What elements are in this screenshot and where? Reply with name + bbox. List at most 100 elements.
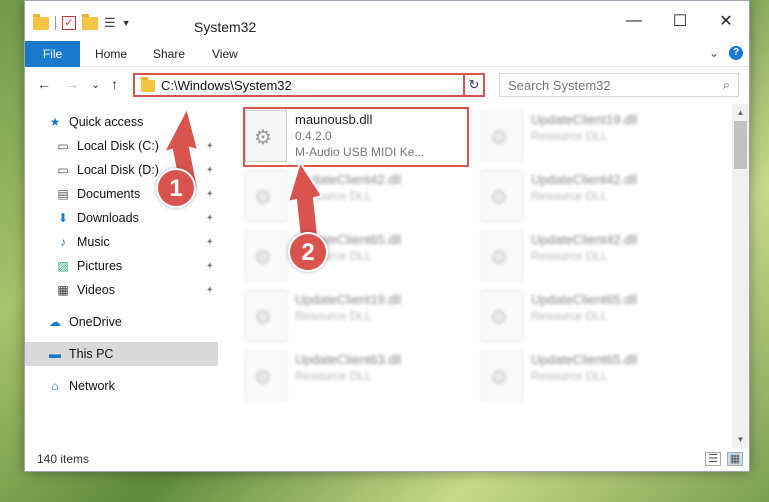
- file-name: UpdateClient65.dll: [531, 352, 638, 367]
- new-folder-icon[interactable]: [82, 13, 98, 30]
- tab-share[interactable]: Share: [153, 41, 185, 67]
- list-properties-icon[interactable]: ☰: [104, 15, 116, 31]
- navigation-pane: ★ Quick access ▭ Local Disk (C:) ✦ ▭ Loc…: [25, 104, 218, 444]
- computer-icon: ▬: [49, 347, 61, 361]
- pin-icon[interactable]: ✦: [206, 189, 214, 200]
- sidebar-item-label: Local Disk (C:): [77, 139, 159, 153]
- sidebar-item-pictures[interactable]: ▨ Pictures ✦: [25, 254, 218, 278]
- dll-file-icon: [245, 290, 287, 342]
- dll-file-icon: [481, 110, 523, 162]
- details-view-icon[interactable]: ☰: [705, 452, 721, 466]
- step-badge-2: 2: [288, 232, 328, 272]
- customize-toolbar-dropdown-icon[interactable]: ▼: [122, 18, 131, 28]
- sidebar-item-label: Videos: [77, 283, 115, 297]
- tab-home[interactable]: Home: [95, 41, 127, 67]
- sidebar-item-label: Music: [77, 235, 110, 249]
- pin-icon[interactable]: ✦: [206, 237, 214, 248]
- videos-icon: ▦: [57, 283, 69, 297]
- file-name: UpdateClient42.dll: [531, 232, 638, 247]
- expand-ribbon-icon[interactable]: ⌄: [709, 46, 719, 60]
- file-item[interactable]: UpdateClient19.dll Resource DLL: [481, 110, 711, 170]
- ribbon-tabs: File Home Share View ⌄ ?: [25, 41, 749, 67]
- dll-file-icon: [245, 230, 287, 282]
- pin-icon[interactable]: ✦: [206, 141, 214, 152]
- file-item[interactable]: UpdateClient65.dllResource DLL: [245, 230, 475, 290]
- sidebar-item-videos[interactable]: ▦ Videos ✦: [25, 278, 218, 302]
- address-bar[interactable]: C:\Windows\System32 ⌄: [133, 73, 483, 97]
- navigation-bar: ← → ⌄ ↑ C:\Windows\System32 ⌄ ↻ ⌕: [25, 68, 749, 102]
- file-name: UpdateClient19.dll: [531, 112, 638, 127]
- item-count: 140 items: [37, 452, 90, 466]
- minimize-button[interactable]: —: [611, 1, 657, 41]
- folder-icon: [33, 13, 49, 30]
- sidebar-item-this-pc[interactable]: ▬ This PC: [25, 342, 218, 366]
- scroll-down-icon[interactable]: ▼: [732, 431, 749, 448]
- address-path[interactable]: C:\Windows\System32: [161, 78, 463, 93]
- file-item[interactable]: UpdateClient42.dll Resource DLL: [481, 230, 711, 290]
- sidebar-item-label: Local Disk (D:): [77, 163, 159, 177]
- file-item[interactable]: UpdateClient42.dll Resource DLL: [245, 170, 475, 230]
- sidebar-item-music[interactable]: ♪ Music ✦: [25, 230, 218, 254]
- dll-file-icon: [245, 350, 287, 402]
- pin-icon[interactable]: ✦: [206, 285, 214, 296]
- sidebar-item-label: Quick access: [69, 115, 144, 129]
- sidebar-item-local-disk-c[interactable]: ▭ Local Disk (C:) ✦: [25, 134, 218, 158]
- recent-locations-dropdown-icon[interactable]: ⌄: [91, 78, 100, 91]
- sidebar-item-quick-access[interactable]: ★ Quick access: [25, 110, 218, 134]
- maximize-button[interactable]: ☐: [657, 1, 703, 41]
- sidebar-item-downloads[interactable]: ⬇ Downloads ✦: [25, 206, 218, 230]
- file-item[interactable]: UpdateClient65.dll Resource DLL: [481, 290, 711, 350]
- title-bar: ✓ ☰ ▼ System32 — ☐ ✕: [25, 1, 749, 41]
- tab-file[interactable]: File: [25, 41, 80, 67]
- file-name: UpdateClient42.dll: [295, 172, 402, 187]
- file-item[interactable]: UpdateClient42.dll Resource DLL: [481, 170, 711, 230]
- sidebar-item-network[interactable]: ⌂ Network: [25, 374, 218, 398]
- file-name: UpdateClient65.dll: [531, 292, 638, 307]
- pin-icon[interactable]: ✦: [206, 261, 214, 272]
- help-icon[interactable]: ?: [729, 46, 743, 60]
- file-item[interactable]: UpdateClient65.dllResource DLL: [481, 350, 711, 410]
- pictures-icon: ▨: [57, 259, 69, 273]
- tab-view[interactable]: View: [212, 41, 238, 67]
- star-icon: ★: [49, 115, 61, 129]
- music-icon: ♪: [60, 235, 66, 249]
- file-type: Resource DLL: [531, 309, 608, 323]
- file-item[interactable]: UpdateClient63.dll Resource DLL: [245, 350, 475, 410]
- view-toggle: ☰ ▦: [705, 452, 743, 466]
- search-icon[interactable]: ⌕: [723, 77, 730, 93]
- sidebar-item-label: Documents: [77, 187, 141, 201]
- toolbar-separator: [55, 16, 56, 30]
- pin-icon[interactable]: ✦: [206, 213, 214, 224]
- sidebar-item-label: Network: [69, 379, 115, 393]
- file-item[interactable]: UpdateClient19.dll Resource DLL: [245, 290, 475, 350]
- step-badge-1: 1: [156, 168, 196, 208]
- cloud-icon: ☁: [49, 315, 61, 329]
- sidebar-item-label: Downloads: [77, 211, 139, 225]
- scrollbar-thumb[interactable]: [734, 121, 747, 169]
- properties-check-icon[interactable]: ✓: [62, 16, 76, 30]
- dll-file-icon: [481, 170, 523, 222]
- search-input[interactable]: [508, 77, 698, 93]
- file-name: UpdateClient63.dll: [295, 352, 402, 367]
- vertical-scrollbar[interactable]: ▲ ▼: [732, 104, 749, 448]
- network-icon: ⌂: [51, 379, 59, 393]
- sidebar-item-label: OneDrive: [69, 315, 122, 329]
- pin-icon[interactable]: ✦: [206, 165, 214, 176]
- up-arrow-icon[interactable]: ↑: [111, 76, 118, 92]
- window-controls: — ☐ ✕: [611, 1, 749, 41]
- drive-icon: ▭: [57, 163, 69, 177]
- window-title: System32: [194, 19, 257, 35]
- ribbon-right-controls: ⌄ ?: [709, 46, 743, 60]
- file-type: Resource DLL: [295, 369, 372, 383]
- scroll-up-icon[interactable]: ▲: [732, 104, 749, 121]
- close-button[interactable]: ✕: [703, 1, 749, 41]
- search-box[interactable]: ⌕: [499, 73, 739, 97]
- refresh-button[interactable]: ↻: [463, 73, 485, 97]
- forward-arrow-icon[interactable]: →: [65, 76, 79, 92]
- back-arrow-icon[interactable]: ←: [37, 76, 51, 92]
- dll-file-icon: [481, 230, 523, 282]
- file-type: Resource DLL: [531, 249, 608, 263]
- explorer-window: ✓ ☰ ▼ System32 — ☐ ✕ File Home Share Vie…: [24, 0, 750, 472]
- sidebar-item-onedrive[interactable]: ☁ OneDrive: [25, 310, 218, 334]
- large-icons-view-icon[interactable]: ▦: [727, 452, 743, 466]
